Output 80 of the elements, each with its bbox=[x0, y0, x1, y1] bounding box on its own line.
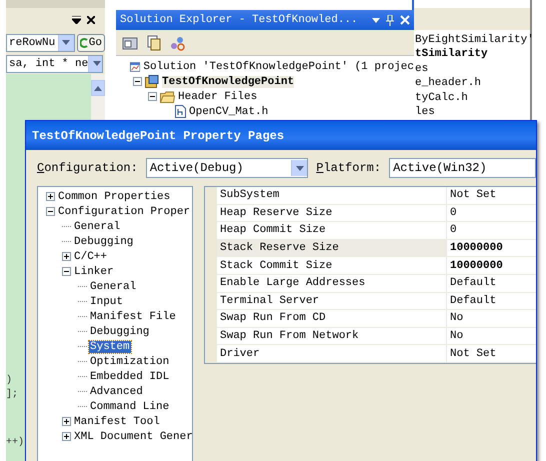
tree-item[interactable]: C/C++ bbox=[73, 250, 108, 262]
tree-item[interactable]: es bbox=[415, 62, 530, 76]
tree-item[interactable]: Header Files bbox=[178, 90, 258, 102]
collapse-toggle-icon[interactable] bbox=[148, 92, 157, 101]
property-name[interactable]: Swap Run From CD bbox=[217, 310, 447, 328]
properties-icon[interactable] bbox=[122, 34, 138, 50]
platform-label: Platform: bbox=[316, 161, 382, 175]
property-name[interactable]: Terminal Server bbox=[217, 292, 447, 310]
dialog-title: TestOfKnowledgePoint Property Pages bbox=[26, 121, 536, 150]
expand-toggle-icon[interactable] bbox=[62, 252, 71, 261]
go-button[interactable]: Go bbox=[76, 34, 105, 52]
property-name[interactable]: Swap Run From Network bbox=[217, 328, 447, 346]
caret-icon bbox=[62, 40, 70, 45]
close-icon[interactable] bbox=[87, 16, 95, 24]
property-name[interactable]: SubSystem bbox=[217, 187, 447, 205]
property-name[interactable]: Stack Commit Size bbox=[217, 257, 447, 275]
configuration-label: Configuration: bbox=[37, 161, 138, 175]
tree-item[interactable]: Solution 'TestOfKnowledgePoint' (1 projec bbox=[143, 60, 414, 72]
property-value[interactable]: 0 bbox=[447, 204, 536, 222]
tree-item[interactable]: Manifest Tool bbox=[73, 416, 161, 428]
property-name[interactable]: Driver bbox=[217, 345, 447, 363]
code-line: ) bbox=[6, 374, 12, 388]
property-value[interactable]: Not Set bbox=[447, 187, 536, 205]
code-line: ]; bbox=[6, 388, 18, 402]
platform-combo[interactable]: Active(Win32) bbox=[389, 158, 536, 178]
folder-icon bbox=[160, 90, 175, 102]
tree-item[interactable]: Debugging bbox=[73, 236, 134, 248]
tree-item[interactable]: e_header.h bbox=[415, 76, 530, 91]
window-title: Solution Explorer - TestOfKnowled... bbox=[120, 14, 359, 26]
collapse-toggle-icon[interactable] bbox=[62, 267, 71, 276]
caret-icon bbox=[296, 166, 304, 170]
tree-item[interactable]: les bbox=[415, 104, 530, 120]
tree-item[interactable]: Embedded IDL bbox=[89, 370, 170, 382]
property-name[interactable]: Heap Commit Size bbox=[217, 222, 447, 240]
expand-toggle-icon[interactable] bbox=[62, 417, 71, 426]
tree-item[interactable]: tyCalc.h bbox=[415, 90, 530, 105]
tree-item[interactable]: Optimization bbox=[89, 356, 170, 368]
property-value[interactable]: 10000000 bbox=[447, 257, 536, 275]
expand-toggle-icon[interactable] bbox=[62, 432, 71, 441]
solution-icon bbox=[130, 60, 140, 72]
tree-item[interactable]: Common Properties bbox=[57, 190, 172, 202]
dropdown-icon[interactable] bbox=[72, 16, 81, 24]
property-value[interactable]: 10000000 bbox=[447, 240, 536, 258]
property-value[interactable]: Not Set bbox=[447, 345, 536, 363]
tree-item[interactable]: General bbox=[73, 220, 122, 232]
signature-combo[interactable]: sa, int * ne bbox=[6, 54, 103, 72]
tree-item[interactable]: ByEightSimilarity' bbox=[415, 33, 530, 48]
tree-item[interactable]: TestOfKnowledgePoint bbox=[162, 76, 294, 88]
code-line: ++) bbox=[6, 436, 24, 450]
tree-item[interactable]: XML Document Gener bbox=[73, 430, 192, 442]
up-arrow-icon bbox=[94, 86, 102, 90]
property-value[interactable]: No bbox=[447, 310, 536, 328]
collapse-toggle-icon[interactable] bbox=[133, 77, 142, 86]
configuration-combo[interactable]: Active(Debug) bbox=[146, 158, 308, 178]
tree-item[interactable]: Advanced bbox=[89, 386, 144, 398]
tree-item[interactable]: Linker bbox=[73, 266, 115, 278]
tree-item[interactable]: General bbox=[89, 280, 138, 292]
expand-toggle-icon[interactable] bbox=[46, 192, 55, 201]
property-name[interactable]: Stack Reserve Size bbox=[217, 240, 447, 258]
tree-item[interactable]: Command Line bbox=[89, 400, 170, 412]
tree-item[interactable]: Input bbox=[89, 296, 124, 308]
property-value[interactable]: Default bbox=[447, 274, 536, 293]
pin-icon[interactable] bbox=[386, 14, 394, 26]
member-combo[interactable]: reRowNu bbox=[6, 34, 75, 52]
property-name[interactable]: Heap Reserve Size bbox=[217, 204, 447, 222]
scroll-up-button[interactable] bbox=[91, 80, 105, 96]
tree-item[interactable]: OpenCV_Mat.h bbox=[189, 106, 268, 118]
caret-icon bbox=[92, 61, 101, 66]
tree-item[interactable]: Debugging bbox=[89, 326, 150, 338]
tree-item[interactable]: System bbox=[89, 340, 131, 352]
show-files-icon[interactable] bbox=[146, 34, 162, 50]
property-value[interactable]: Default bbox=[447, 292, 536, 310]
property-value[interactable]: No bbox=[447, 328, 536, 346]
tree-item[interactable]: Manifest File bbox=[89, 310, 177, 322]
property-name[interactable]: Enable Large Addresses bbox=[217, 274, 447, 293]
tree-item[interactable]: tSimilarity bbox=[415, 47, 530, 62]
project-icon bbox=[145, 75, 159, 88]
collapse-toggle-icon[interactable] bbox=[46, 207, 55, 216]
property-value[interactable]: 0 bbox=[447, 222, 536, 240]
tree-item[interactable]: Configuration Proper bbox=[57, 206, 192, 218]
